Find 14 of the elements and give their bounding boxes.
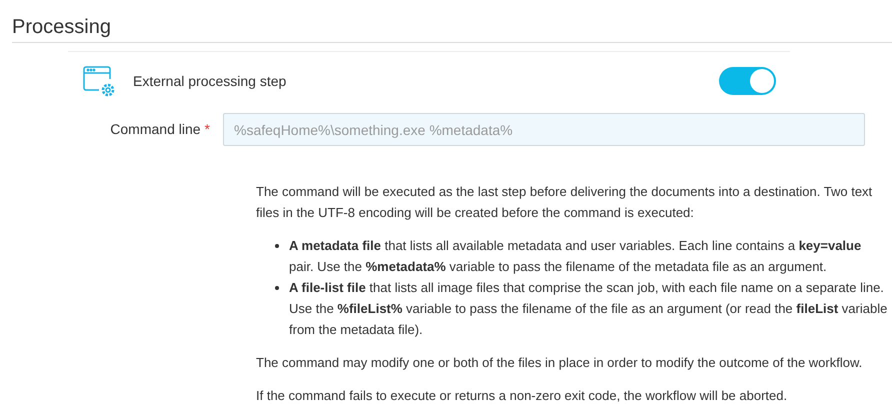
description-text: The command will be executed as the last step before delivering the documents into a destination. Two text files in the UTF-8 encoding will be created before the command is executed: [256, 183, 874, 222]
section-title: Processing [12, 15, 111, 40]
bullet-icon [275, 286, 279, 290]
command-line-field[interactable]: %safeqHome%\something.exe %metadata% [223, 113, 865, 146]
toggle-switch[interactable] [719, 67, 776, 95]
bullet-text: A metadata file that lists all available metadata and user variables. Each line contains a key=value pair. Use the %metadata% variable to pass the filename of the metadata file as an argument. [289, 237, 862, 276]
step-label: External processing step [133, 72, 288, 91]
field-label: Command line [110, 120, 201, 139]
bullet-text: A file-list file that lists all image files that comprise the scan job, with each file name on a separate line. Use the %fileList% variable to pass the filename of the file as an argument (or read the fileList variable from the metadata file). [289, 279, 888, 339]
required-mark: * [204, 120, 210, 139]
description-text: The command may modify one or both of the files in place in order to modify the outcome of the workflow. [256, 354, 864, 372]
description-text: If the command fails to execute or returns a non-zero exit code, the workflow will be aborted. [256, 387, 788, 405]
window-gear-icon [82, 64, 116, 98]
bullet-icon [275, 244, 279, 248]
